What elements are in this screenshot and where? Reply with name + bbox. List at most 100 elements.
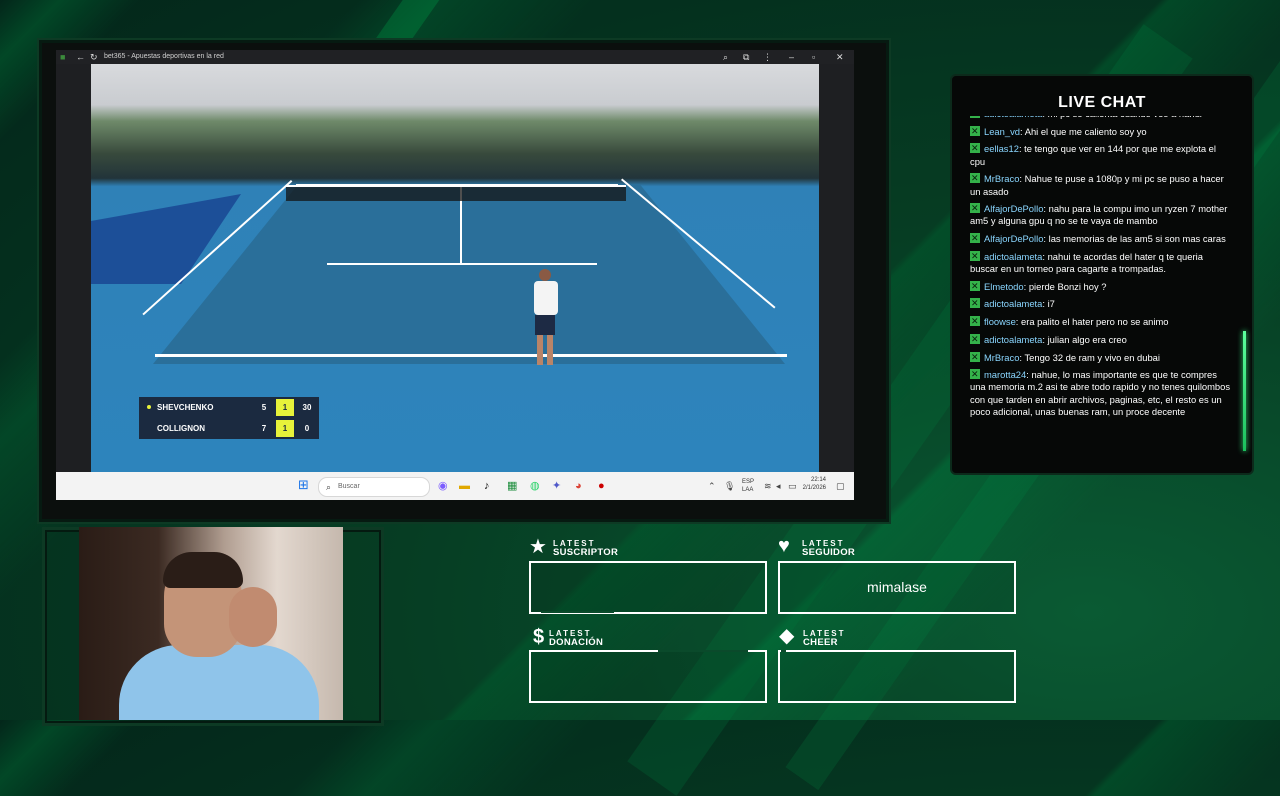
subscriber-badge-icon — [970, 351, 980, 363]
subscriber-badge-icon — [970, 172, 980, 185]
scoreboard-row: SHEVCHENKO 5 1 30 — [139, 397, 319, 418]
latest-suscriptor-box — [529, 561, 767, 614]
bet365-favicon-icon: ■ — [60, 52, 66, 62]
excel-icon[interactable]: ▦ — [507, 479, 517, 493]
chat-message: AlfajorDePollo: las memorias de las am5 … — [970, 232, 1232, 245]
subscriber-badge-icon — [970, 202, 980, 214]
windows-taskbar: ⊞ ⌕ Buscar ◉ ▬ ♪ ▦ ◍ ✦ ◕ ● ⌃ 🎙 ESP LAA ≋… — [56, 472, 854, 500]
streamer-hand — [229, 587, 277, 647]
chat-text: pierde Bonzi hoy ? — [1028, 280, 1107, 292]
subscriber-badge-icon — [970, 142, 980, 155]
baseline — [155, 354, 787, 357]
chat-username[interactable]: Elmetodo — [984, 281, 1024, 292]
player-name: SHEVCHENKO — [157, 403, 214, 412]
chat-message: adictoalameta: mi pc se calienta cuando … — [970, 116, 1232, 120]
chat-title: LIVE CHAT — [1058, 94, 1146, 111]
label-big: CHEER — [803, 637, 838, 648]
subscriber-badge-icon — [970, 315, 980, 327]
chat-message: MrBraco: Tengo 32 de ram y vivo en dubai — [970, 351, 1232, 364]
box-gap — [658, 650, 748, 652]
latest-cheer-label: LATEST CHEER — [803, 629, 846, 647]
tennis-net — [286, 185, 626, 201]
chat-username[interactable]: adictoalameta — [984, 116, 1042, 119]
language-indicator[interactable]: ESP LAA — [742, 478, 754, 494]
close-icon[interactable]: ✕ — [836, 50, 844, 64]
zoom-icon[interactable]: ⌕ — [723, 50, 728, 64]
tennis-player — [529, 269, 569, 379]
teams-icon[interactable]: ✦ — [552, 479, 561, 493]
chat-text: mi pc se calienta cuando veo a nahui — [1048, 116, 1202, 119]
windows-start-icon[interactable]: ⊞ — [298, 478, 309, 492]
label-big: SUSCRIPTOR — [553, 547, 619, 558]
search-placeholder: Buscar — [338, 483, 360, 490]
chat-text: i7 — [1047, 298, 1055, 310]
minimize-icon[interactable]: – — [789, 50, 794, 64]
tennis-video[interactable]: SHEVCHENKO 5 1 30 COLLIGNON 7 1 0 — [91, 64, 819, 472]
latest-seguidor-value: mimalase — [867, 579, 927, 595]
clock-date: 2/1/2026 — [802, 485, 826, 491]
chat-message: Lean_vd: Ahi el que me caliento soy yo — [970, 125, 1232, 138]
chat-username[interactable]: AlfajorDePollo — [984, 233, 1043, 244]
extensions-icon[interactable]: ⧉ — [743, 50, 749, 64]
chat-text: Tengo 32 de ram y vivo en dubai — [1024, 351, 1160, 363]
chat-text: era palito el hater pero no se animo — [1021, 316, 1169, 328]
back-icon[interactable]: ← — [76, 50, 85, 64]
stand — [91, 194, 241, 284]
volume-icon[interactable]: ◂ — [776, 479, 781, 493]
chat-username[interactable]: floowse — [984, 316, 1016, 327]
copilot-icon[interactable]: ◉ — [438, 479, 448, 493]
taskbar-search[interactable]: ⌕ Buscar — [318, 477, 430, 497]
chat-username[interactable]: MrBraco — [984, 173, 1019, 184]
latest-donacion-box — [529, 650, 767, 703]
tiktok-icon[interactable]: ♪ — [484, 479, 490, 493]
chrome-icon[interactable]: ◕ — [575, 479, 582, 493]
chat-username[interactable]: MrBraco — [984, 352, 1019, 363]
webcam-feed — [79, 527, 343, 720]
chat-messages[interactable]: adictoalameta: mi pc se calienta cuando … — [970, 116, 1232, 451]
game-score: 1 — [276, 420, 294, 437]
subscriber-badge-icon — [970, 368, 980, 380]
chat-username[interactable]: marotta24 — [984, 369, 1026, 380]
subscriber-badge-icon — [970, 297, 980, 310]
latest-seguidor-label: LATEST SEGUIDOR — [802, 539, 855, 557]
taskbar-clock[interactable]: 22:14 2/1/2026 — [796, 476, 826, 492]
chat-text: julian algo era creo — [1047, 333, 1127, 345]
subscriber-badge-icon — [970, 250, 980, 262]
reload-icon[interactable]: ↻ — [90, 50, 98, 64]
file-explorer-icon[interactable]: ▬ — [459, 479, 470, 493]
restore-icon[interactable]: ▫ — [812, 50, 815, 64]
clock-time: 22:14 — [810, 477, 826, 483]
microphone-icon[interactable]: 🎙 — [724, 479, 735, 493]
subscriber-badge-icon — [970, 280, 980, 292]
chat-username[interactable]: AlfajorDePollo — [984, 203, 1043, 214]
scoreboard: SHEVCHENKO 5 1 30 COLLIGNON 7 1 0 — [139, 397, 319, 439]
chat-username[interactable]: Lean_vd — [984, 126, 1020, 137]
set-score: 5 — [261, 403, 267, 412]
chat-message: adictoalameta: i7 — [970, 297, 1232, 310]
notification-icon[interactable]: ▢ — [836, 479, 845, 493]
latest-suscriptor-label: LATEST SUSCRIPTOR — [553, 539, 618, 557]
menu-icon[interactable]: ⋮ — [763, 50, 772, 64]
box-gap — [781, 650, 786, 652]
box-gap — [541, 611, 614, 613]
chat-text: las memorias de las am5 si son mas caras — [1048, 233, 1226, 245]
star-icon: ★ — [529, 536, 547, 558]
game-score: 1 — [276, 399, 294, 416]
subscriber-badge-icon — [970, 333, 980, 345]
chat-message: MrBraco: Nahue te puse a 1080p y mi pc s… — [970, 172, 1232, 197]
live-chat-panel: LIVE CHAT adictoalameta: mi pc se calien… — [950, 74, 1254, 475]
chat-username[interactable]: adictoalameta — [984, 334, 1042, 345]
subscriber-badge-icon — [970, 232, 980, 244]
latest-donacion-value — [531, 652, 765, 701]
browser-window: ■ ← ↻ bet365 - Apuestas deportivas en la… — [56, 50, 854, 500]
tray-chevron-icon[interactable]: ⌃ — [708, 479, 716, 493]
app-icon[interactable]: ● — [598, 479, 605, 493]
scoreboard-row: COLLIGNON 7 1 0 — [139, 418, 319, 439]
wifi-icon[interactable]: ≋ — [764, 479, 772, 493]
chat-username[interactable]: eellas12 — [984, 143, 1019, 154]
neon-accent — [1243, 331, 1246, 451]
chat-message: adictoalameta: julian algo era creo — [970, 333, 1232, 346]
chat-username[interactable]: adictoalameta — [984, 298, 1042, 309]
whatsapp-icon[interactable]: ◍ — [530, 479, 540, 493]
chat-username[interactable]: adictoalameta — [984, 251, 1042, 262]
